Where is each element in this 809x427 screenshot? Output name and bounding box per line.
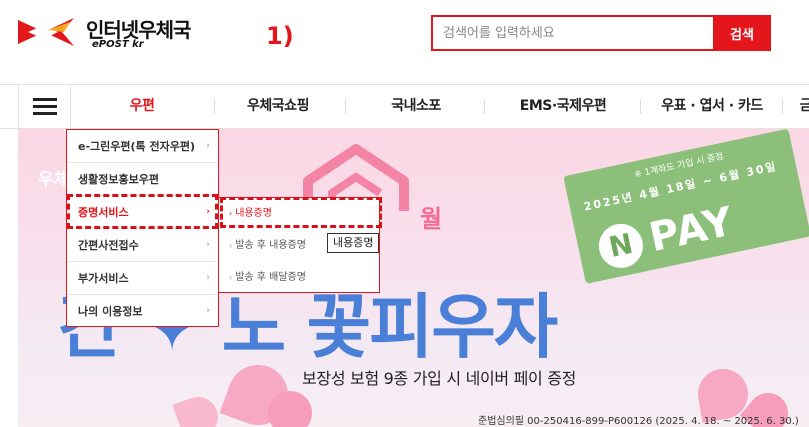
menu-item-label: 부가서비스 (78, 272, 129, 285)
menu-item-label: e-그린우편(톡 전자우편) (78, 140, 195, 153)
blossom-petal (172, 391, 224, 427)
menu-item-label: 증명서비스 (78, 206, 129, 219)
nav-divider (484, 99, 485, 114)
banner-month-text: 월 (420, 205, 443, 233)
search-input[interactable] (433, 17, 715, 49)
menu-item-label: 나의 이용정보 (78, 305, 143, 318)
nav-divider (640, 99, 641, 114)
submenu-item-label: 내용증명 (235, 208, 273, 219)
tooltip: 내용증명 (327, 233, 380, 253)
epost-logo[interactable]: 인터넷우체국 ePOST kr (18, 12, 208, 54)
naver-n-icon: N (594, 219, 648, 273)
bullet-icon: › (229, 209, 233, 218)
nav-item-stamps[interactable]: 우표 · 엽서 · 카드 (661, 85, 763, 128)
nav-item-post[interactable]: 우편 (130, 85, 155, 128)
post-dropdown-menu: e-그린우편(톡 전자우편) › 생활정보홍보우편 증명서비스 › 간편사전접수… (66, 129, 219, 327)
step-annotation: 1) (266, 22, 294, 50)
banner-legal-note: 준법심의필 00-250416-899-P600126 (2025. 4. 18… (478, 416, 799, 427)
menu-icon[interactable] (18, 85, 71, 128)
chevron-right-icon: › (206, 240, 210, 250)
banner-subtitle: 보장성 보험 9종 가입 시 네이버 페이 증정 (302, 369, 577, 388)
logo-subtext: ePOST kr (92, 39, 144, 50)
menu-item-pre-registration[interactable]: 간편사전접수 › (67, 229, 218, 262)
nav-item-finance[interactable]: 금 (800, 85, 809, 128)
voucher-card: ※ 1계좌도 가입 시 증정 2025년 4월 18일 ~ 6월 30일 N P… (563, 129, 809, 285)
menu-item-additional-services[interactable]: 부가서비스 › (67, 262, 218, 295)
epost-logo-icon (18, 18, 74, 46)
search-box: 검색 (431, 15, 771, 51)
nav-item-shopping[interactable]: 우체국쇼핑 (247, 85, 309, 128)
search-button[interactable]: 검색 (713, 15, 771, 51)
nav-divider (782, 99, 783, 114)
menu-item-label: 생활정보홍보우편 (78, 173, 159, 186)
menu-item-my-usage[interactable]: 나의 이용정보 › (67, 295, 218, 328)
nav-item-domestic-parcel[interactable]: 국내소포 (391, 85, 441, 128)
nav-divider (214, 99, 215, 114)
bullet-icon: › (229, 273, 233, 282)
bullet-icon: › (229, 241, 233, 250)
submenu-item-label: 발송 후 내용증명 (235, 240, 306, 251)
submenu-item-content-certification[interactable]: › 내용증명 (219, 198, 379, 229)
page: 인터넷우체국 ePOST kr 1) 검색 우편 우체국쇼핑 국내소포 EMS·… (0, 0, 809, 427)
menu-item-e-green-mail[interactable]: e-그린우편(톡 전자우편) › (67, 130, 218, 163)
main-nav: 우편 우체국쇼핑 국내소포 EMS·국제우편 우표 · 엽서 · 카드 금 (0, 84, 809, 129)
menu-item-life-info-mail[interactable]: 생활정보홍보우편 (67, 163, 218, 196)
naver-pay-voucher: ※ 1계좌도 가입 시 증정 2025년 4월 18일 ~ 6월 30일 N P… (563, 129, 809, 304)
chevron-right-icon: › (206, 141, 210, 151)
voucher-pay-text: PAY (645, 198, 738, 262)
chevron-right-icon: › (206, 306, 210, 316)
menu-item-label: 간편사전접수 (78, 239, 139, 252)
banner-corner-text: 우체 (38, 170, 70, 190)
submenu-item-label: 발송 후 배달증명 (235, 272, 306, 283)
menu-item-certification[interactable]: 증명서비스 › (67, 196, 218, 229)
nav-divider (345, 99, 346, 114)
chevron-right-icon: › (206, 273, 210, 283)
submenu-item-post-send-delivery[interactable]: › 발송 후 배달증명 (219, 262, 379, 293)
chevron-right-icon: › (206, 207, 210, 217)
nav-item-ems[interactable]: EMS·국제우편 (520, 85, 607, 128)
